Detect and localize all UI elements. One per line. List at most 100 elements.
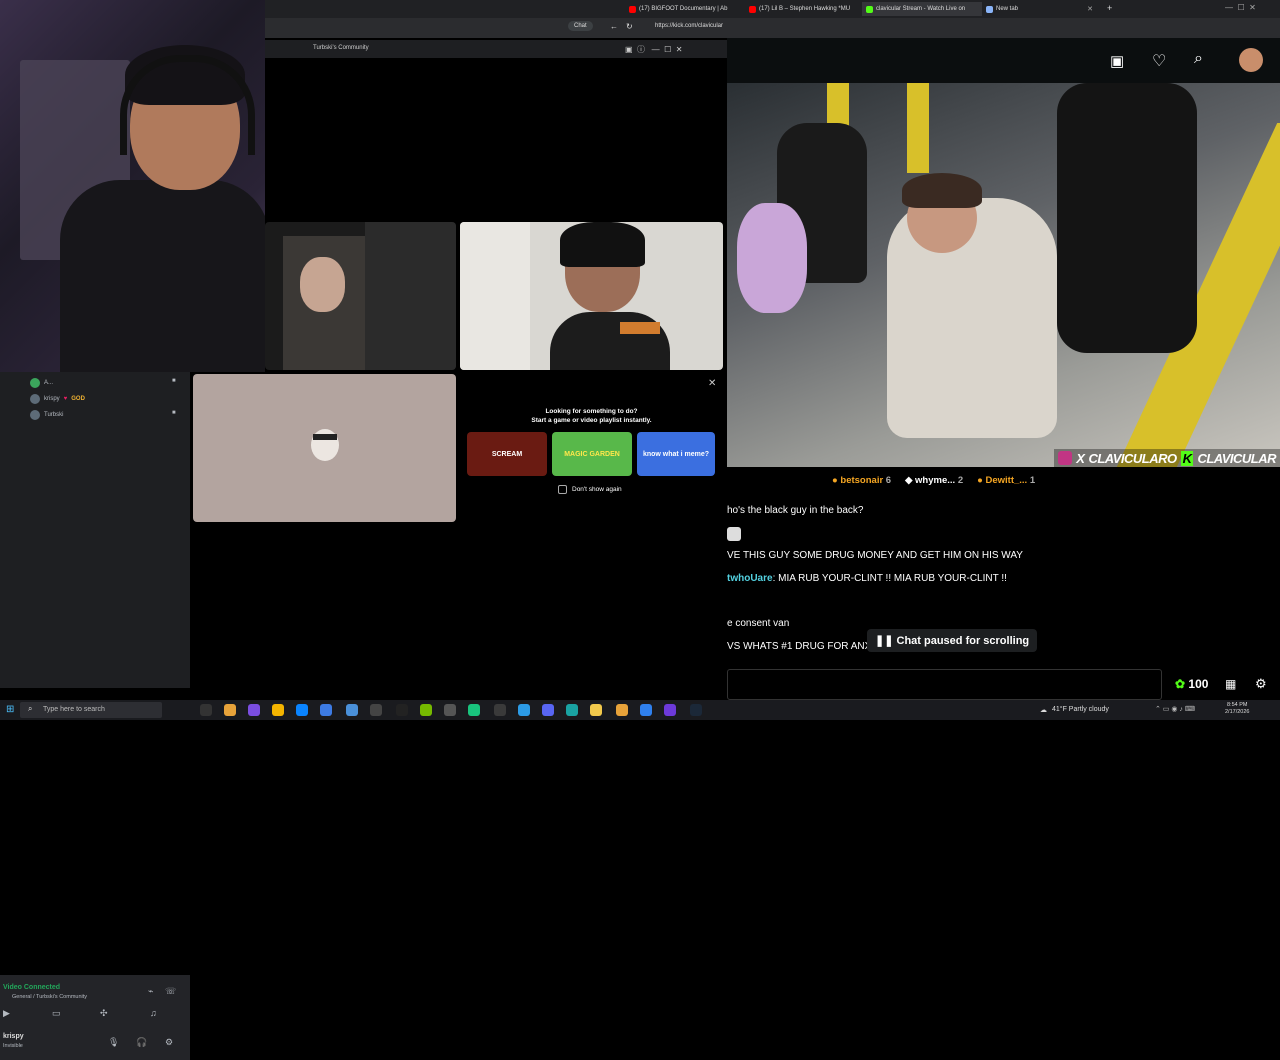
voice-user-name: A...: [44, 380, 54, 386]
app-icon[interactable]: [248, 704, 260, 716]
chat-username[interactable]: twhoUare: [727, 573, 773, 584]
discord-icon[interactable]: [542, 704, 554, 716]
chrome-icon[interactable]: [224, 704, 236, 716]
streamer-webcam: [0, 0, 265, 372]
app-icon[interactable]: [346, 704, 358, 716]
new-tab-button[interactable]: +: [1107, 3, 1112, 13]
app-icon[interactable]: [370, 704, 382, 716]
chat-message[interactable]: twhoUare: MIA RUB YOUR-CLINT !! MIA RUB …: [727, 573, 1007, 584]
microphone-icon[interactable]: 🎙: [108, 1037, 119, 1048]
store-icon[interactable]: ▦: [1225, 677, 1236, 691]
headphones-icon[interactable]: 🎧: [136, 1037, 147, 1048]
dont-show-again[interactable]: Don't show again: [558, 485, 622, 494]
discord-window-title: Turbski's Community: [313, 45, 369, 51]
app-icon[interactable]: [296, 704, 308, 716]
points-value: 100: [1188, 677, 1209, 691]
kick-header: ▣ ♡ ⌕: [727, 38, 1280, 83]
activities-icon[interactable]: ✣: [100, 1008, 108, 1019]
app-icon[interactable]: [396, 704, 408, 716]
stream-social-overlay: X CLAVICULARO K CLAVICULAR: [1054, 449, 1280, 467]
chat-message[interactable]: e consent van: [727, 618, 789, 629]
tray-icons[interactable]: ⌃ ▭ ◉ ♪ ⌨: [1155, 705, 1195, 713]
chat-input[interactable]: [727, 669, 1162, 700]
window-controls[interactable]: ▣ ⓘ — ☐ ✕: [625, 44, 682, 55]
taskbar-search[interactable]: ⌕ Type here to search: [20, 702, 162, 718]
voice-user[interactable]: Turbski: [30, 410, 63, 420]
gifter[interactable]: ● Dewitt_... 1: [977, 475, 1035, 486]
checkbox[interactable]: [558, 485, 567, 494]
app-icon[interactable]: [664, 704, 676, 716]
app-icon[interactable]: [590, 704, 602, 716]
browser-tab-strip: (17) BIGFOOT Documentary | Ab (17) Lil B…: [265, 0, 1280, 18]
stream-pillar: [907, 83, 929, 173]
video-tile-participant[interactable]: [265, 222, 456, 370]
steam-icon[interactable]: [690, 704, 702, 716]
browser-tab[interactable]: (17) BIGFOOT Documentary | Ab: [625, 2, 745, 16]
back-icon[interactable]: ←: [610, 22, 618, 31]
search-icon[interactable]: ⌕: [1194, 50, 1203, 68]
nvidia-icon[interactable]: [420, 704, 432, 716]
following-heart-icon[interactable]: ♡: [1152, 51, 1166, 71]
folder-icon[interactable]: [272, 704, 284, 716]
windows-start-icon[interactable]: ⊞: [6, 704, 14, 715]
clock[interactable]: 8:54 PM 2/17/2026: [1225, 702, 1249, 716]
clock-time: 8:54 PM: [1226, 702, 1248, 708]
activity-card-magic-garden[interactable]: MAGIC GARDEN: [552, 432, 632, 476]
chrome-icon[interactable]: [616, 704, 628, 716]
gifter[interactable]: ● betsonair 6: [832, 475, 891, 486]
youtube-icon: [749, 5, 756, 13]
screen-share-icon[interactable]: ▭: [52, 1008, 61, 1019]
chat-chip[interactable]: Chat: [568, 21, 593, 31]
app-icon[interactable]: [494, 704, 506, 716]
app-icon[interactable]: [200, 704, 212, 716]
avatar: [30, 378, 40, 388]
disconnect-icon[interactable]: ☏: [165, 986, 176, 997]
app-icon[interactable]: [444, 704, 456, 716]
browse-icon[interactable]: ▣: [1110, 52, 1124, 70]
app-icon[interactable]: [566, 704, 578, 716]
close-icon[interactable]: ✕: [1087, 5, 1093, 13]
clock-date: 2/17/2026: [1225, 709, 1250, 715]
browser-tab[interactable]: New tab ✕: [982, 2, 1097, 16]
channel-points[interactable]: ✿ 100: [1175, 677, 1208, 691]
activity-card-scream[interactable]: SCREAM: [467, 432, 547, 476]
weather-text[interactable]: 41°F Partly cloudy: [1052, 706, 1109, 713]
chat-paused-banner[interactable]: ❚❚ Chat paused for scrolling: [867, 629, 1038, 652]
app-icon[interactable]: [518, 704, 530, 716]
close-icon[interactable]: ✕: [708, 378, 716, 389]
avatar[interactable]: [1239, 48, 1263, 72]
camera-icon: ■: [172, 378, 176, 384]
voice-user-name: Turbski: [44, 412, 64, 418]
search-icon: ⌕: [28, 704, 33, 713]
window-controls[interactable]: — ☐ ✕: [1225, 3, 1256, 12]
video-tile-participant[interactable]: [460, 222, 723, 370]
soundboard-icon[interactable]: ♫: [150, 1008, 157, 1018]
noise-suppression-icon[interactable]: ⌁: [148, 986, 153, 997]
video-icon[interactable]: ▶: [3, 1008, 10, 1019]
video-tile-avatar[interactable]: [193, 374, 456, 522]
gifter[interactable]: ◆ whyme... 2: [905, 475, 963, 486]
voice-user[interactable]: krispy ♥ GOD: [30, 394, 85, 404]
chat-message[interactable]: VE THIS GUY SOME DRUG MONEY AND GET HIM …: [727, 550, 1023, 561]
gear-icon[interactable]: ⚙: [165, 1037, 173, 1048]
chat-message[interactable]: VS WHATS #1 DRUG FOR ANX: [727, 641, 871, 652]
gear-icon[interactable]: ⚙: [1255, 676, 1267, 692]
app-icon[interactable]: [320, 704, 332, 716]
app-icon[interactable]: [640, 704, 652, 716]
voice-user[interactable]: A...: [30, 378, 53, 388]
search-placeholder: Type here to search: [43, 706, 105, 713]
reload-icon[interactable]: ↻: [626, 22, 633, 31]
url-field[interactable]: https://kick.com/clavicular: [655, 23, 723, 29]
browser-tab-active[interactable]: clavicular Stream - Watch Live on: [862, 2, 982, 16]
discord-voice-sidebar: A... krispy ♥ GOD Turbski ■ ■ Video Conn…: [0, 372, 190, 1060]
pause-icon: ❚❚: [875, 635, 894, 647]
browser-tab[interactable]: (17) Lil B – Stephen Hawking *MU: [745, 2, 865, 16]
connection-channel: General / Turbski's Community: [12, 994, 88, 1000]
stream-video[interactable]: X CLAVICULARO K CLAVICULAR: [727, 83, 1280, 467]
chat-message[interactable]: ho's the black guy in the back?: [727, 505, 863, 516]
emote: [727, 527, 741, 541]
chat-paused-label: Chat paused for scrolling: [896, 635, 1030, 647]
activity-card-meme[interactable]: know what i meme?: [637, 432, 715, 476]
chat-chip-label: Chat: [574, 23, 587, 29]
app-icon[interactable]: [468, 704, 480, 716]
